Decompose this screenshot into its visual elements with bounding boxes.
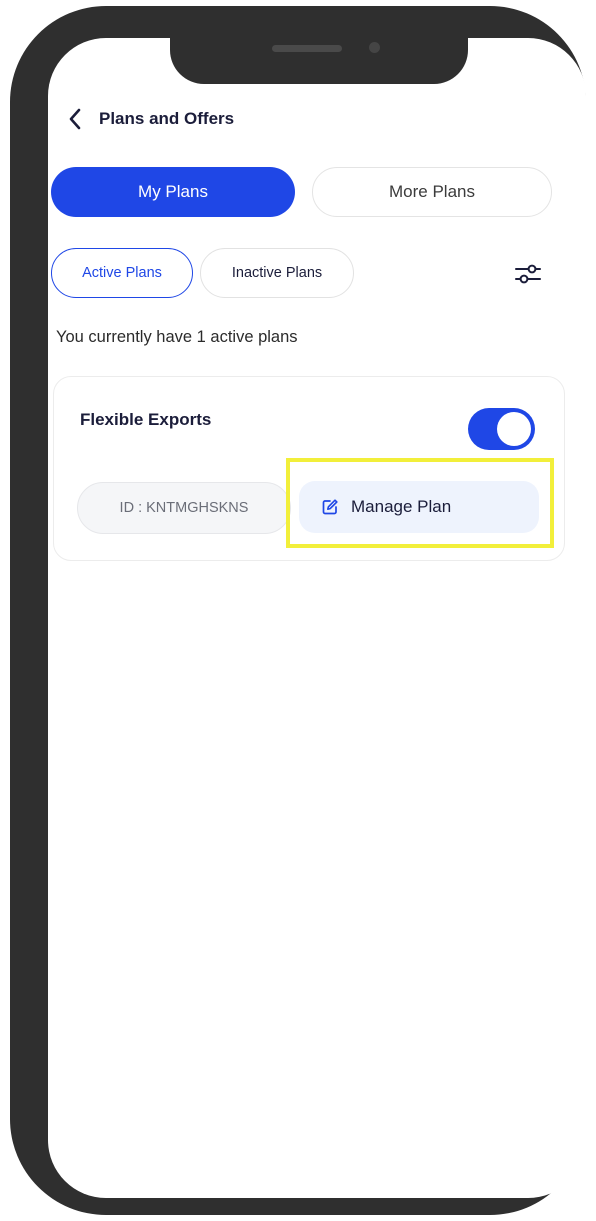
plan-name: Flexible Exports — [80, 410, 212, 429]
plan-enabled-toggle[interactable] — [468, 408, 535, 450]
chip-active-plans[interactable]: Active Plans — [51, 248, 193, 298]
tab-my-plans[interactable]: My Plans — [51, 167, 295, 217]
sliders-icon — [515, 264, 541, 284]
chip-inactive-plans[interactable]: Inactive Plans — [200, 248, 354, 298]
toggle-knob — [497, 412, 531, 446]
tab-more-plans[interactable]: More Plans — [312, 167, 552, 217]
filter-button[interactable] — [513, 259, 543, 289]
highlight-box — [286, 458, 554, 548]
page-title: Plans and Offers — [99, 109, 235, 128]
active-plans-summary: You currently have 1 active plans — [56, 328, 298, 346]
camera-dot — [369, 42, 380, 53]
speaker-grille — [272, 45, 342, 52]
plan-id-badge: ID : KNTMGHSKNS — [77, 482, 291, 534]
back-button[interactable] — [62, 106, 88, 132]
chevron-left-icon — [69, 108, 81, 130]
